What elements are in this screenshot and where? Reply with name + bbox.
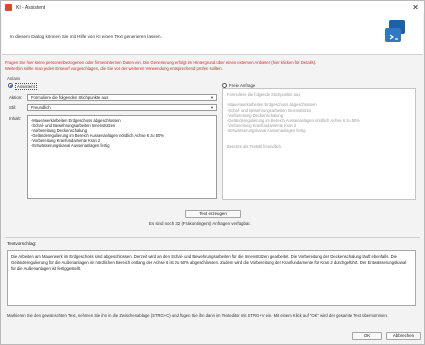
cancel-button[interactable]: Abbrechen bbox=[386, 332, 421, 340]
close-icon[interactable]: ✕ bbox=[411, 3, 420, 12]
action-select[interactable]: Formuliere die folgenden Stichpunkte aus… bbox=[27, 94, 217, 101]
style-select[interactable]: Freundlich ▼ bbox=[27, 104, 217, 111]
generate-text-button[interactable]: Text erzeugen bbox=[185, 210, 241, 218]
ai-assistant-dialog: KI - Assistent ✕ In diesem Dialog können… bbox=[0, 0, 425, 345]
section-divider bbox=[5, 237, 420, 238]
ai-assistant-logo-icon bbox=[383, 18, 409, 46]
style-select-value: Freundlich bbox=[31, 105, 51, 110]
mode-group-label: Anlass bbox=[7, 76, 21, 81]
action-label: Aktion: bbox=[9, 95, 23, 100]
chevron-down-icon: ▼ bbox=[210, 105, 214, 110]
chevron-down-icon: ▼ bbox=[210, 95, 214, 100]
assistant-form: Aktion: Formuliere die folgenden Stichpu… bbox=[7, 82, 217, 204]
footer-hint: Markieren Sie den gewünschten Text, nehm… bbox=[7, 313, 388, 318]
warning-line-2: Weiterhin sollte man jeden Entwurf vorge… bbox=[5, 66, 223, 71]
result-textarea[interactable]: Die Arbeiten am Mauerwerk im Erdgeschoss… bbox=[7, 250, 416, 306]
quota-info: Es sind noch 32 (Frakontingent) Anfragen… bbox=[149, 221, 251, 226]
result-label: Textvorschlag: bbox=[7, 241, 37, 246]
title-bar: KI - Assistent ✕ bbox=[1, 1, 424, 14]
action-select-value: Formuliere die folgenden Stichpunkte aus bbox=[31, 95, 109, 100]
content-label: Inhalt: bbox=[9, 116, 21, 121]
prompt-preview: Formuliere die folgende Stichpunkte aus … bbox=[222, 88, 416, 200]
content-input[interactable]: -Mauerwerkarbeiten Erdgeschoss abgeschlo… bbox=[27, 115, 217, 199]
app-icon bbox=[5, 4, 12, 11]
intro-text: In diesem Dialog können Sie mit Hilfe vo… bbox=[10, 34, 162, 39]
style-label: Stil: bbox=[9, 105, 17, 110]
prompt-preview-text: Formuliere die folgende Stichpunkte aus … bbox=[227, 92, 360, 150]
privacy-warning[interactable]: Fragen Sie hier keine personenbezogenen … bbox=[5, 60, 415, 72]
window-title: KI - Assistent bbox=[16, 4, 46, 11]
dialog-header: In diesem Dialog können Sie mit Hilfe vo… bbox=[2, 14, 423, 55]
ok-button[interactable]: OK bbox=[352, 332, 382, 340]
